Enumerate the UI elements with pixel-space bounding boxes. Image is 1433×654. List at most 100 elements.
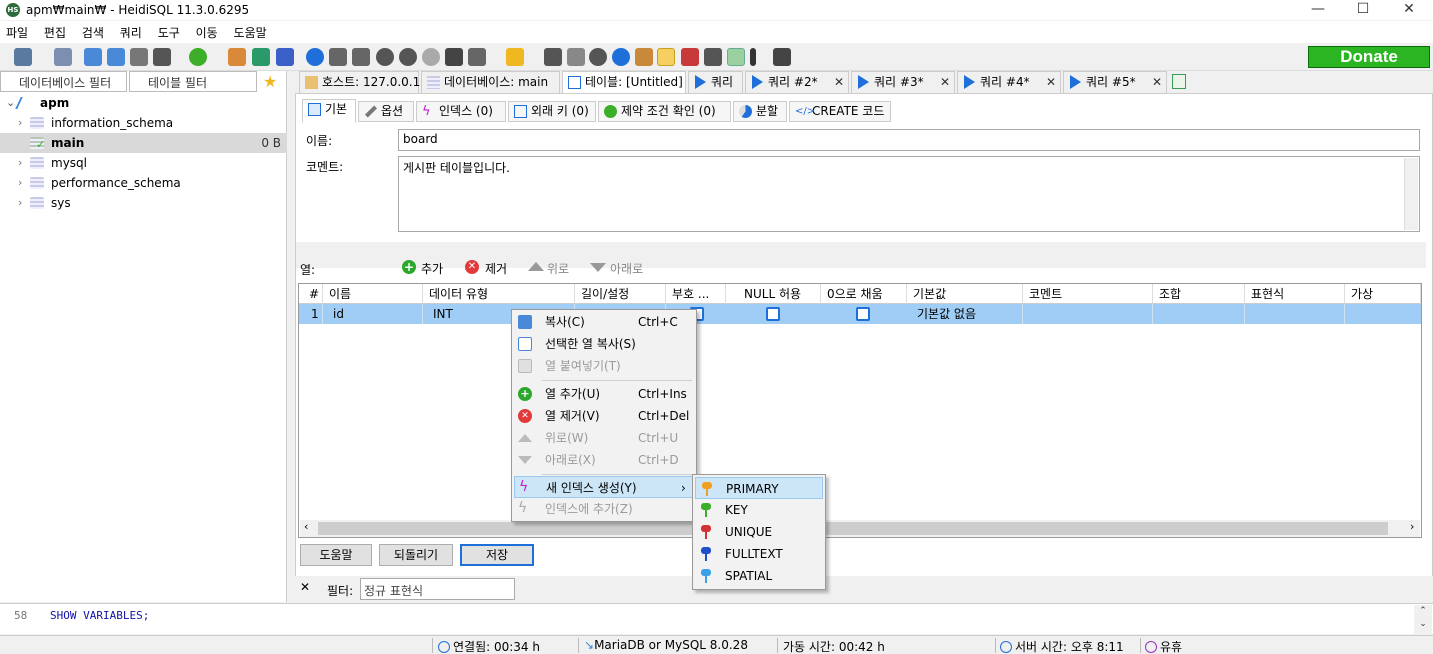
first-icon[interactable] — [329, 48, 347, 66]
menu-tools[interactable]: 도구 — [152, 21, 186, 44]
refresh-icon[interactable] — [189, 48, 207, 66]
revert-button[interactable]: 되돌리기 — [379, 544, 453, 566]
wrap-icon[interactable] — [704, 48, 722, 66]
up-icon[interactable] — [528, 262, 544, 271]
menu-item-remove-column[interactable]: ✕ 열 제거(V) Ctrl+Del — [514, 405, 694, 427]
tab-query-4[interactable]: 쿼리 #4* ✕ — [957, 71, 1061, 93]
add-icon[interactable]: + — [402, 260, 416, 274]
table-row[interactable]: 1 id INT 기본값 없음 — [299, 304, 1421, 324]
menu-goto[interactable]: 이동 — [190, 21, 224, 44]
autocomplete-icon[interactable] — [727, 48, 745, 66]
help-icon[interactable] — [306, 48, 324, 66]
chevron-right-icon[interactable]: › — [18, 153, 22, 173]
donate-button[interactable]: Donate — [1308, 46, 1430, 68]
down-icon[interactable] — [590, 263, 606, 272]
close-tab-icon[interactable] — [773, 48, 791, 66]
chevron-down-icon[interactable]: ⌄ — [6, 93, 15, 113]
menu-item-key[interactable]: KEY — [695, 499, 823, 521]
menu-item-add-to-index[interactable]: ϟ 인덱스에 추가(Z) — [514, 498, 694, 520]
save-file-icon[interactable] — [544, 48, 562, 66]
cell-expression[interactable] — [1245, 304, 1345, 324]
chevron-right-icon[interactable]: › — [18, 113, 22, 133]
tree-item-performance-schema[interactable]: › performance_schema — [0, 173, 287, 193]
tab-query[interactable]: 쿼리 — [688, 71, 743, 93]
connect-icon[interactable] — [14, 48, 32, 66]
menu-file[interactable]: 파일 — [0, 21, 34, 44]
column-header[interactable]: 가상 — [1345, 284, 1421, 304]
menu-search[interactable]: 검색 — [76, 21, 110, 44]
tree-item-information-schema[interactable]: › information_schema — [0, 113, 287, 133]
post-icon[interactable] — [422, 48, 440, 66]
close-filter-icon[interactable]: ✕ — [300, 580, 310, 594]
menu-query[interactable]: 쿼리 — [114, 21, 148, 44]
sync-icon[interactable] — [276, 48, 294, 66]
add-column-button[interactable]: 추가 — [421, 260, 443, 277]
menu-item-copy[interactable]: 복사(C) Ctrl+C — [514, 311, 694, 333]
remove-column-button[interactable]: 제거 — [485, 260, 507, 277]
import-csv-icon[interactable] — [252, 48, 270, 66]
database-filter-input[interactable]: 데이터베이스 필터 — [0, 71, 127, 92]
replace-icon[interactable] — [612, 48, 630, 66]
cell-name[interactable]: id — [323, 304, 423, 324]
remove-icon[interactable]: ✕ — [465, 260, 479, 274]
tab-basic[interactable]: 기본 — [302, 99, 356, 123]
column-header[interactable]: 기본값 — [907, 284, 1023, 304]
cancel-icon[interactable] — [445, 48, 463, 66]
tree-root[interactable]: ⌄ apm — [0, 93, 287, 113]
cell-comment[interactable] — [1023, 304, 1153, 324]
column-header[interactable]: 표현식 — [1245, 284, 1345, 304]
tab-table[interactable]: 테이블: [Untitled] — [562, 71, 686, 93]
close-icon[interactable]: ✕ — [1152, 72, 1162, 92]
column-header[interactable]: 데이터 유형 — [423, 284, 575, 304]
new-tab-icon[interactable] — [1172, 74, 1186, 89]
tab-foreign-keys[interactable]: 외래 키 (0) — [508, 101, 596, 122]
tab-create-code[interactable]: </> CREATE 코드 — [789, 101, 891, 122]
chevron-right-icon[interactable]: › — [18, 173, 22, 193]
user-manager-icon[interactable] — [228, 48, 246, 66]
move-down-button[interactable]: 아래로 — [610, 260, 643, 277]
chevron-right-icon[interactable]: › — [18, 193, 22, 213]
chevron-left-icon[interactable]: ‹ — [304, 520, 308, 533]
allow-null-checkbox[interactable] — [766, 307, 780, 321]
maximize-button[interactable]: ☐ — [1340, 0, 1386, 20]
tab-query-2[interactable]: 쿼리 #2* ✕ — [745, 71, 849, 93]
column-header[interactable]: 조합 — [1153, 284, 1245, 304]
copy-icon[interactable] — [84, 48, 102, 66]
close-icon[interactable]: ✕ — [940, 72, 950, 92]
print-icon[interactable] — [153, 48, 171, 66]
column-header[interactable]: 부호 ... — [666, 284, 726, 304]
cell-default[interactable]: 기본값 없음 — [907, 304, 1023, 324]
comment-scrollbar[interactable] — [1404, 158, 1418, 230]
tab-query-3[interactable]: 쿼리 #3* ✕ — [851, 71, 955, 93]
menu-item-move-down[interactable]: 아래로(X) Ctrl+D — [514, 449, 694, 471]
tree-item-sys[interactable]: › sys — [0, 193, 287, 213]
paste-icon[interactable] — [107, 48, 125, 66]
column-header[interactable]: 0으로 채움 — [821, 284, 907, 304]
column-header[interactable]: 이름 — [323, 284, 423, 304]
binary-icon[interactable] — [681, 48, 699, 66]
tab-database[interactable]: 데이터베이스: main — [421, 71, 560, 93]
tree-item-main[interactable]: ✓ main 0 B — [0, 133, 287, 153]
find-icon[interactable] — [589, 48, 607, 66]
menu-item-spatial[interactable]: SPATIAL — [695, 565, 823, 587]
save-button[interactable]: 저장 — [460, 544, 534, 566]
warning-icon[interactable] — [657, 48, 675, 66]
zerofill-checkbox[interactable] — [856, 307, 870, 321]
menu-item-move-up[interactable]: 위로(W) Ctrl+U — [514, 427, 694, 449]
log-scrollbar[interactable]: ⌃ ⌄ — [1414, 605, 1432, 634]
tab-partitions[interactable]: 분할 — [733, 101, 787, 122]
tab-options[interactable]: 옵션 — [358, 101, 414, 122]
move-up-button[interactable]: 위로 — [547, 260, 569, 277]
format-icon[interactable] — [635, 48, 653, 66]
menu-item-create-index[interactable]: ϟ 새 인덱스 생성(Y) › — [514, 476, 694, 498]
chevron-right-icon[interactable]: › — [1410, 520, 1414, 533]
tab-query-5[interactable]: 쿼리 #5* ✕ — [1063, 71, 1167, 93]
run-icon[interactable] — [468, 48, 486, 66]
save-as-icon[interactable] — [567, 48, 585, 66]
close-icon[interactable]: ✕ — [1046, 72, 1056, 92]
menu-item-add-column[interactable]: + 열 추가(U) Ctrl+Ins — [514, 383, 694, 405]
undo-icon[interactable] — [130, 48, 148, 66]
table-name-input[interactable]: board — [398, 129, 1420, 151]
table-filter-input[interactable]: 테이블 필터 — [129, 71, 257, 92]
menu-edit[interactable]: 편집 — [38, 21, 72, 44]
